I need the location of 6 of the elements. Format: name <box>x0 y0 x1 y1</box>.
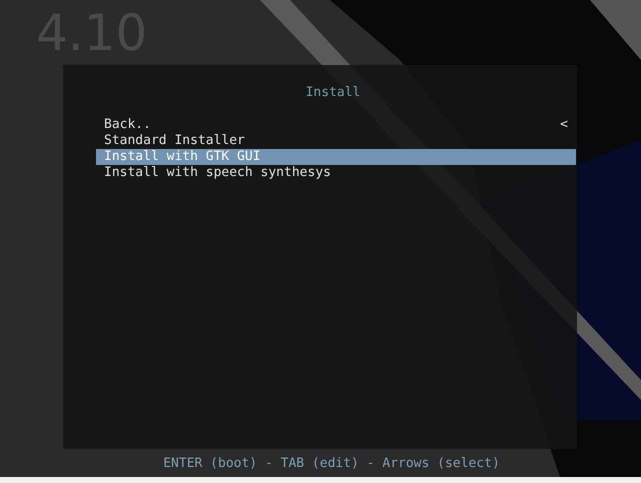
key-help-text: ENTER (boot) - TAB (edit) - Arrows (select) <box>163 456 500 471</box>
background-shape <box>590 0 641 60</box>
menu-item[interactable]: Back.. < <box>96 117 576 133</box>
menu-item[interactable]: Standard Installer <box>96 133 576 149</box>
menu-title: Install <box>306 85 360 101</box>
menu-item[interactable]: Install with speech synthesys <box>96 165 576 181</box>
